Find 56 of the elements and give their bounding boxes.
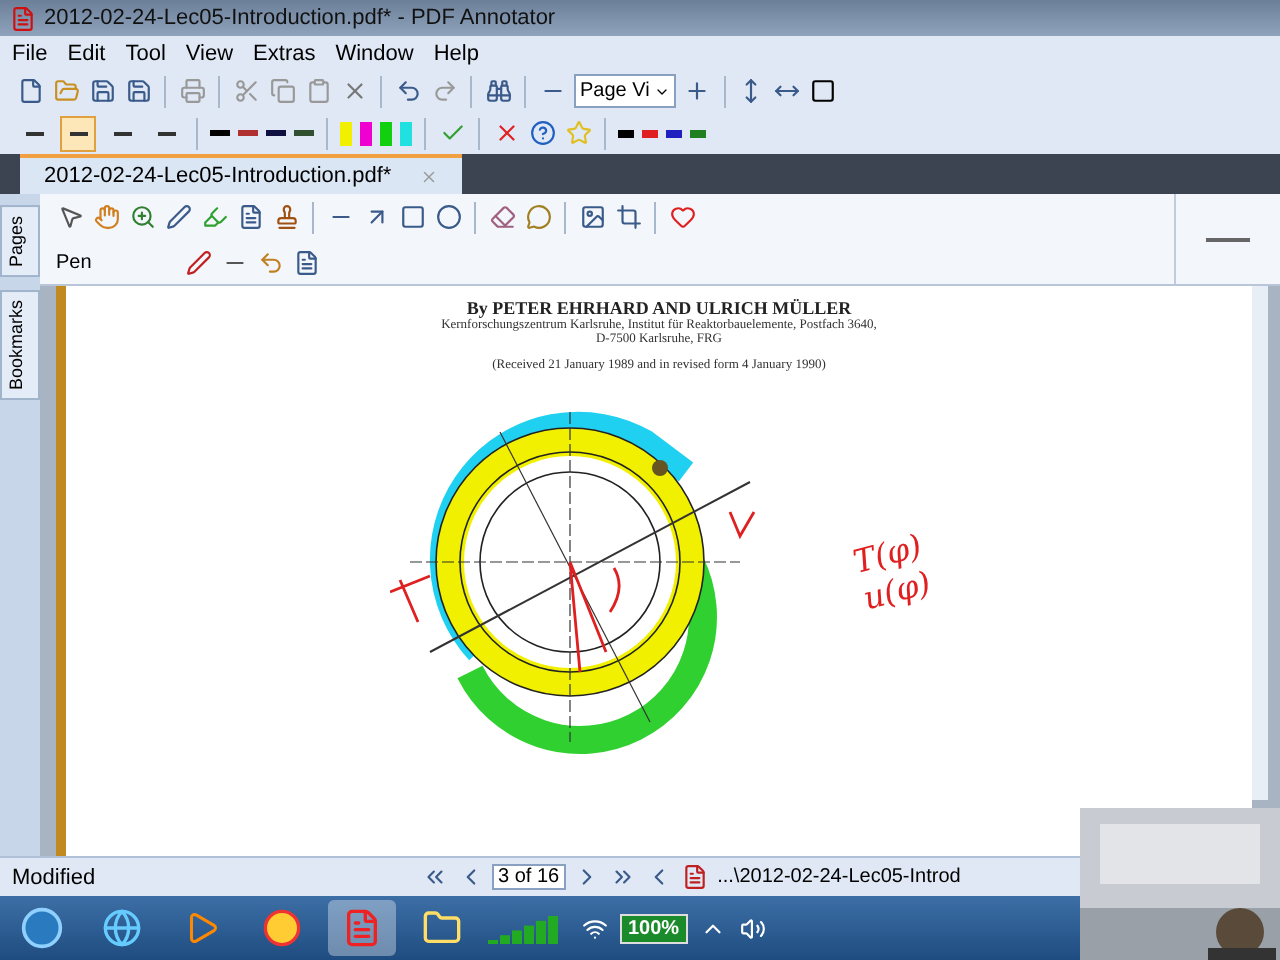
- heart-icon[interactable]: [668, 203, 696, 231]
- pen-icon[interactable]: [164, 203, 192, 231]
- marker-icon[interactable]: [200, 203, 228, 231]
- menu-item[interactable]: Tool: [125, 41, 166, 65]
- rectangle-icon[interactable]: [398, 203, 426, 231]
- pdf-file-icon: [681, 863, 710, 891]
- undo-icon[interactable]: [394, 77, 422, 105]
- pen-color-button[interactable]: [266, 130, 286, 136]
- comment-icon[interactable]: [524, 203, 552, 231]
- image-icon[interactable]: [578, 203, 606, 231]
- file-path-text: ...\2012-02-24-Lec05-Introd: [717, 866, 961, 888]
- volume-icon[interactable]: [739, 914, 768, 942]
- highlighter-color-button[interactable]: [400, 121, 412, 145]
- pen-color-button[interactable]: [210, 130, 230, 136]
- pen-color-button[interactable]: [238, 130, 258, 136]
- battery-indicator: 100%: [620, 913, 688, 943]
- hand-icon[interactable]: [92, 203, 120, 231]
- page-number-field[interactable]: 3 of 16: [492, 864, 566, 890]
- highlighter-color-button[interactable]: [340, 121, 352, 145]
- author-line: By PETER EHRHARD AND ULRICH MÜLLER: [466, 298, 852, 318]
- menu-item[interactable]: File: [12, 41, 48, 65]
- highlighter-color-button[interactable]: [360, 121, 372, 145]
- menu-item[interactable]: View: [185, 41, 234, 65]
- minimize-pane-icon[interactable]: [1206, 237, 1250, 241]
- pen-color-icon[interactable]: [184, 248, 212, 276]
- scroll-bar[interactable]: [1252, 286, 1268, 800]
- eraser-icon[interactable]: [488, 203, 516, 231]
- line-width-button[interactable]: [60, 115, 96, 151]
- arrow-stamp-button[interactable]: [666, 129, 682, 137]
- new-file-icon[interactable]: [16, 77, 44, 105]
- crop-icon[interactable]: [614, 203, 642, 231]
- arrow-stamp-button[interactable]: [618, 129, 634, 137]
- highlighter-color-button[interactable]: [380, 121, 392, 145]
- help-icon[interactable]: [528, 119, 556, 147]
- side-tab[interactable]: Pages: [0, 206, 40, 278]
- menu-item[interactable]: Help: [433, 41, 479, 65]
- page-view-select[interactable]: Page Vi: [574, 74, 676, 108]
- stamp-icon[interactable]: [272, 203, 300, 231]
- menu-item[interactable]: Window: [335, 41, 414, 65]
- app-logo-icon: [8, 4, 36, 32]
- pen-color-button[interactable]: [294, 130, 314, 136]
- side-tab[interactable]: Bookmarks: [0, 289, 40, 400]
- zoom-icon[interactable]: [128, 203, 156, 231]
- select-icon[interactable]: [56, 203, 84, 231]
- save-icon[interactable]: [88, 77, 116, 105]
- fullscreen-icon[interactable]: [809, 77, 838, 105]
- binoculars-icon[interactable]: [484, 77, 512, 105]
- ellipse-icon[interactable]: [434, 203, 462, 231]
- window-title: 2012-02-24-Lec05-Introduction.pdf* - PDF Annotator: [44, 6, 556, 30]
- menu-item[interactable]: Edit: [67, 41, 106, 65]
- tool-label: Pen: [56, 251, 94, 273]
- status-text: Modified: [12, 865, 98, 889]
- menu-item[interactable]: Extras: [253, 41, 316, 65]
- document-tab[interactable]: 2012-02-24-Lec05-Introduction.pdf*: [20, 154, 462, 194]
- save-all-icon[interactable]: [124, 77, 152, 105]
- star-icon[interactable]: [564, 119, 592, 147]
